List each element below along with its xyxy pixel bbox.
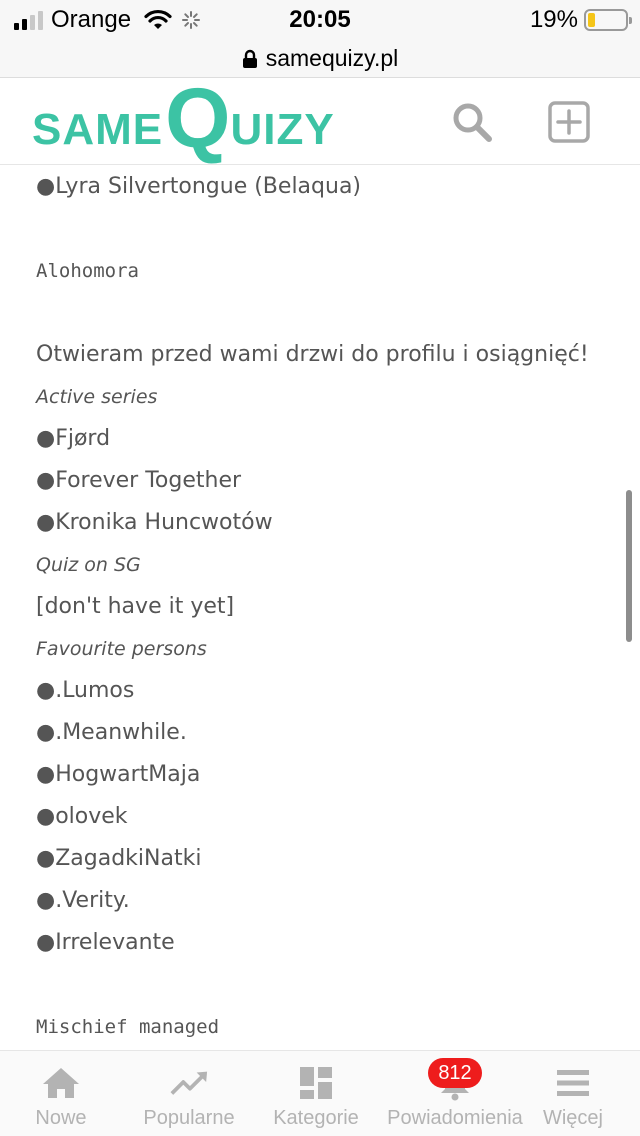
nav-label: Więcej	[542, 1107, 603, 1129]
battery-percent: 19%	[529, 6, 578, 33]
list-item: ●.Meanwhile.	[36, 720, 187, 745]
list-item: ●.Lumos	[36, 678, 135, 703]
list-item: ●HogwartMaja	[36, 762, 201, 787]
nav-wiecej[interactable]: Więcej	[538, 1051, 608, 1136]
list-item: ●Forever Together	[36, 468, 242, 493]
battery-level	[588, 13, 595, 27]
nav-label: Kategorie	[273, 1107, 359, 1129]
list-item: ●Fjørd	[36, 426, 111, 451]
nav-popularne[interactable]: Popularne	[134, 1051, 244, 1136]
section-heading: Alohomora	[36, 260, 139, 282]
section-label: Active series	[36, 386, 158, 408]
nav-kategorie[interactable]: Kategorie	[266, 1051, 366, 1136]
trending-icon	[170, 1071, 208, 1095]
nav-label: Powiadomienia	[387, 1107, 523, 1129]
menu-icon	[557, 1070, 589, 1096]
home-icon	[43, 1068, 79, 1098]
list-item: ●Lyra Silvertongue (Belaqua)	[36, 174, 362, 199]
search-icon[interactable]	[450, 100, 494, 144]
profile-description: ●Lyra Silvertongue (Belaqua) Alohomora O…	[6, 166, 620, 1049]
list-item: ●Irrelevante	[36, 930, 175, 955]
site-logo[interactable]: SAME Q UIZY	[32, 76, 335, 162]
address-bar[interactable]: samequizy.pl	[0, 40, 640, 78]
grid-icon	[300, 1067, 332, 1099]
battery-icon	[584, 9, 632, 31]
nav-powiadomienia[interactable]: Powiadomienia 812	[382, 1051, 528, 1136]
list-item: ●ZagadkiNatki	[36, 846, 202, 871]
logo-uizy: UIZY	[230, 105, 335, 154]
status-right: 19%	[529, 6, 632, 34]
list-item: ●olovek	[36, 804, 128, 829]
list-item: ●.Verity.	[36, 888, 130, 913]
list-item: ●Kronika Huncwotów	[36, 510, 273, 535]
logo-same: SAME	[32, 105, 164, 154]
nav-label: Nowe	[35, 1107, 87, 1129]
lock-icon	[242, 49, 257, 68]
scrollbar[interactable]	[626, 490, 632, 642]
site-header: SAME Q UIZY	[0, 76, 640, 165]
url-text: samequizy.pl	[265, 45, 399, 71]
bottom-nav: Nowe Popularne Kategorie Powiadomienia 8…	[0, 1050, 640, 1136]
logo-q: Q	[165, 71, 231, 165]
nav-label: Popularne	[143, 1107, 235, 1129]
section-label: Quiz on SG	[36, 554, 141, 576]
section-heading: Mischief managed	[36, 1016, 220, 1038]
section-label: Favourite persons	[36, 638, 207, 660]
status-bar: Orange 20:05 19%	[0, 0, 640, 40]
list-item: [don't have it yet]	[36, 594, 235, 619]
intro-text: Otwieram przed wami drzwi do profilu i o…	[36, 342, 589, 367]
add-square-icon[interactable]	[547, 100, 591, 144]
notification-badge: 812	[428, 1058, 482, 1088]
nav-nowe[interactable]: Nowe	[20, 1051, 102, 1136]
